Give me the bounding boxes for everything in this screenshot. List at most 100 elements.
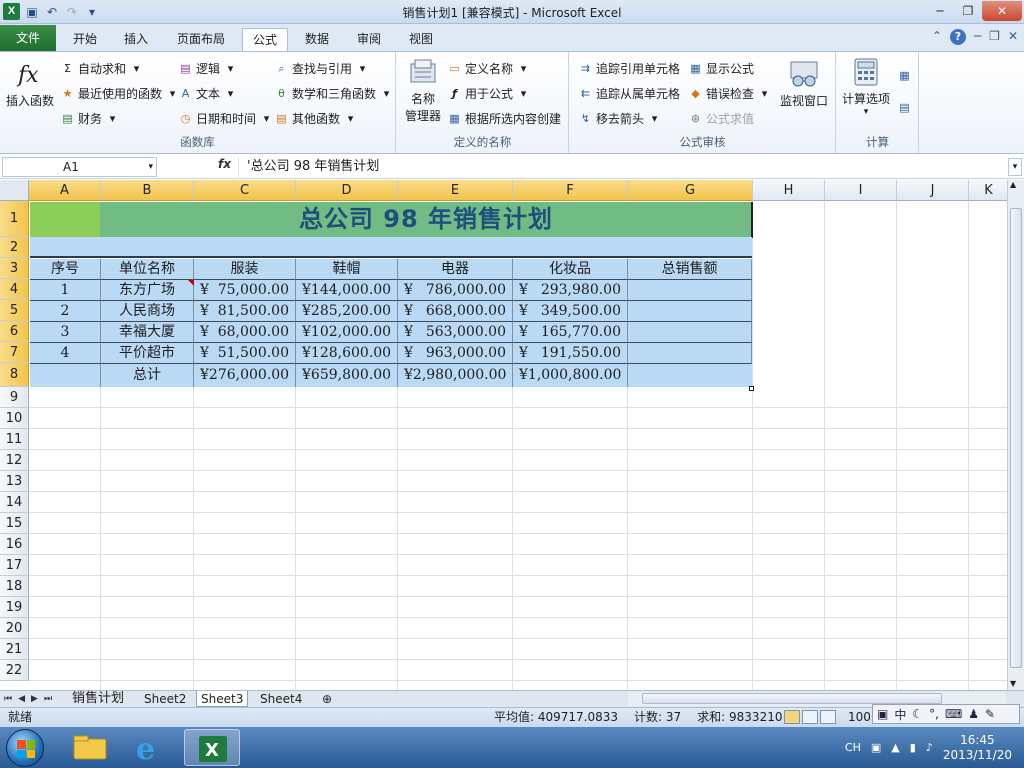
column-header[interactable]: E [398,180,513,201]
sheet-tab[interactable]: Sheet2 [140,691,190,707]
ime-mode[interactable]: 中 [894,706,906,723]
cell-currency[interactable]: ¥144,000.00 [296,280,398,301]
cell-currency[interactable]: ¥165,770.00 [513,322,628,343]
formula-bar-splitter[interactable] [160,157,208,177]
cell-index[interactable]: 3 [30,322,101,343]
cell-total-label[interactable]: 总计 [101,364,194,387]
cell-unit[interactable]: 人民商场 [101,301,194,322]
tab-page-layout[interactable]: 页面布局 [166,28,236,51]
calculate-now-button[interactable]: ▦ [897,68,912,83]
row-header[interactable]: 2 [0,237,29,258]
autosum-button[interactable]: Σ 自动求和 ▾ [60,60,144,77]
cell-a1-active[interactable] [30,202,100,237]
user-icon[interactable]: ♟ [968,707,979,721]
column-header[interactable]: I [825,180,897,201]
name-box[interactable]: A1 ▾ [2,157,157,177]
header-cell[interactable]: 序号 [30,259,101,280]
doc-close-icon[interactable]: ✕ [1008,29,1018,45]
text-button[interactable]: A 文本 ▾ [178,85,238,102]
vertical-scrollbar[interactable]: ▲ ▼ [1007,180,1024,690]
lookup-button[interactable]: ⌕ 查找与引用 ▾ [274,60,370,77]
cell-currency[interactable]: ¥563,000.00 [398,322,513,343]
restore-icon[interactable]: ❐ [954,1,982,21]
cell-currency[interactable]: ¥128,600.00 [296,343,398,364]
status-stats[interactable]: 平均值: 409717.0833 计数: 37 求和: 9833210 [494,708,782,727]
math-trig-button[interactable]: θ 数学和三角函数 ▾ [274,85,394,102]
help-icon[interactable]: ? [949,29,966,45]
horizontal-scroll-thumb[interactable] [642,693,942,704]
page-layout-view-icon[interactable] [802,710,818,724]
vertical-scroll-thumb[interactable] [1010,208,1022,668]
row-header[interactable]: 3 [0,258,29,279]
watch-window-button[interactable]: 监视窗口 [776,58,832,109]
cell-currency[interactable]: ¥102,000.00 [296,322,398,343]
sheet-tab[interactable]: Sheet4 [256,691,306,707]
scroll-up-icon[interactable]: ▲ [1010,180,1016,189]
taskbar-ie[interactable]: e [122,729,178,767]
ime-logo-icon[interactable]: ▣ [877,707,888,721]
row-header[interactable]: 14 [0,492,29,513]
language-indicator[interactable]: CH [845,741,861,754]
row-header[interactable]: 9 [0,387,29,408]
tab-review[interactable]: 审阅 [346,28,392,51]
row-header[interactable]: 5 [0,300,29,321]
cell-currency[interactable]: ¥668,000.00 [398,301,513,322]
column-header[interactable]: G [628,180,753,201]
prev-sheet-icon[interactable]: ◀ [18,691,25,707]
cell-currency[interactable]: ¥51,500.00 [194,343,296,364]
row-header[interactable]: 10 [0,408,29,429]
column-header[interactable]: D [296,180,398,201]
more-functions-button[interactable]: ▤ 其他函数 ▾ [274,110,358,127]
close-icon[interactable]: ✕ [982,1,1022,21]
page-break-view-icon[interactable] [820,710,836,724]
column-header[interactable]: H [753,180,825,201]
cell-total[interactable] [628,322,752,343]
row-header[interactable]: 19 [0,597,29,618]
use-in-formula-button[interactable]: ƒ 用于公式 ▾ [447,85,531,102]
row-header[interactable]: 1 [0,201,29,237]
header-cell[interactable]: 服装 [194,259,296,280]
volume-icon[interactable]: ♪ [926,741,933,754]
recent-functions-button[interactable]: ★ 最近使用的函数 ▾ [60,85,180,102]
collapse-ribbon-icon[interactable]: ⌃ [932,29,942,45]
first-sheet-icon[interactable]: ⏮ [4,691,12,707]
error-checking-button[interactable]: ◆ 错误检查 ▾ [688,85,772,102]
formula-input[interactable]: '总公司 98 年销售计划 [238,157,1006,177]
wrench-icon[interactable]: ✎ [985,707,995,721]
cell-currency[interactable]: ¥349,500.00 [513,301,628,322]
show-formulas-button[interactable]: ▦ 显示公式 [688,60,754,77]
clock[interactable]: 16:45 2013/11/20 [943,733,1012,763]
normal-view-icon[interactable] [784,710,800,724]
cell-currency[interactable]: ¥191,550.00 [513,343,628,364]
column-header[interactable]: K [969,180,1009,201]
cell-index[interactable]: 4 [30,343,101,364]
create-from-selection-button[interactable]: ▦ 根据所选内容创建 [447,110,561,127]
cell-unit[interactable]: 东方广场 [101,280,194,301]
column-header[interactable]: C [194,180,296,201]
cell-unit[interactable]: 平价超市 [101,343,194,364]
row-header[interactable]: 7 [0,342,29,363]
remove-arrows-button[interactable]: ↯ 移去箭头 ▾ [578,110,662,127]
insert-function-icon[interactable]: fx [218,157,231,171]
cell-blank[interactable] [30,364,101,387]
blank-row[interactable] [30,237,752,258]
row-header[interactable]: 15 [0,513,29,534]
tab-insert[interactable]: 插入 [112,28,160,51]
fill-handle[interactable] [749,386,754,391]
column-header[interactable]: F [513,180,628,201]
cell-currency[interactable]: ¥293,980.00 [513,280,628,301]
sheet-tab-active[interactable]: Sheet3 [196,691,249,707]
cell-currency-total[interactable]: ¥2,980,000.00 [398,364,513,387]
name-manager-button[interactable]: 名称 管理器 [401,56,445,124]
moon-icon[interactable]: ☾ [912,707,923,721]
calculation-options-button[interactable]: 计算选项 ▾ [839,56,893,117]
cell-currency[interactable]: ¥81,500.00 [194,301,296,322]
trace-dependents-button[interactable]: ⇇ 追踪从属单元格 [578,85,680,102]
logical-button[interactable]: ▤ 逻辑 ▾ [178,60,238,77]
column-header[interactable]: J [897,180,969,201]
cell-currency[interactable]: ¥963,000.00 [398,343,513,364]
financial-button[interactable]: ▤ 财务 ▾ [60,110,120,127]
cell-currency[interactable]: ¥75,000.00 [194,280,296,301]
header-cell[interactable]: 电器 [398,259,513,280]
header-cell[interactable]: 化妆品 [513,259,628,280]
